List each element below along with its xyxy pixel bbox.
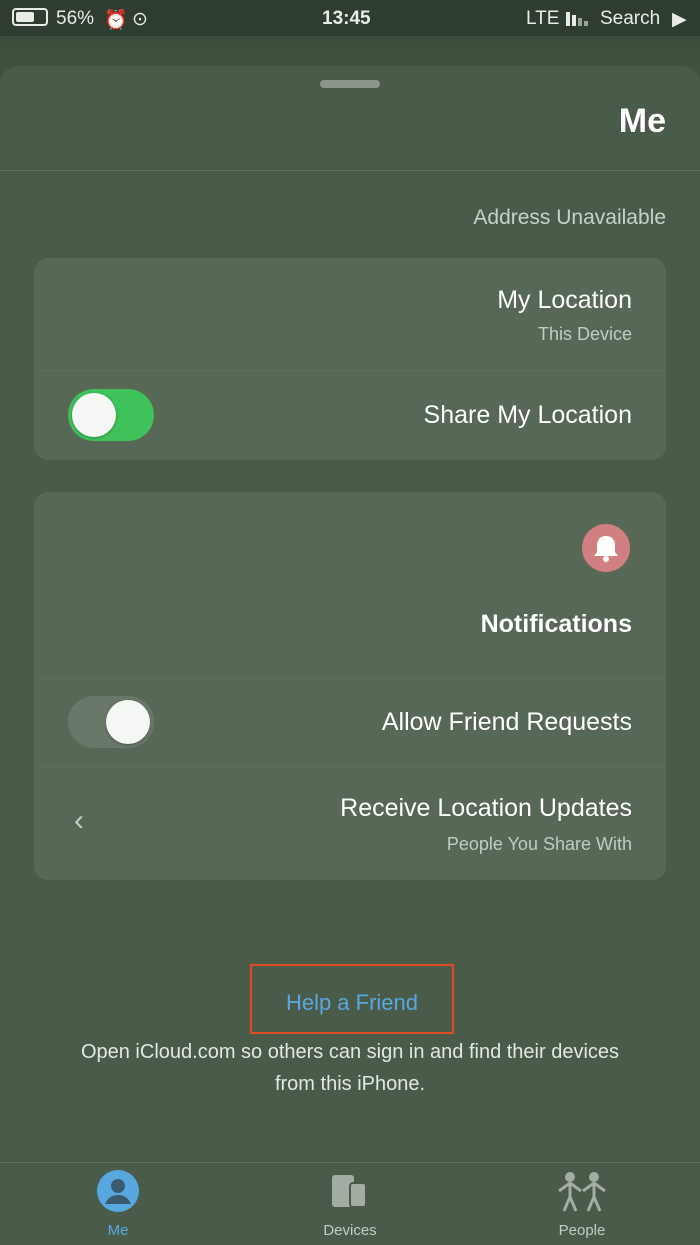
battery-icon <box>12 8 48 26</box>
notifications-card: Notifications Allow Friend Requests Rece… <box>34 492 666 880</box>
tab-bar: Me Devices People <box>0 1162 700 1245</box>
back-to-app-label[interactable]: Search <box>600 8 660 30</box>
page-title: Me <box>618 102 666 140</box>
notifications-title: Notifications <box>480 610 632 638</box>
header-divider <box>0 170 700 171</box>
network-type: LTE <box>526 8 560 29</box>
devices-icon <box>328 1169 372 1213</box>
tab-devices[interactable]: Devices <box>290 1169 410 1239</box>
battery-percent: 56% <box>56 8 95 29</box>
allow-friend-requests-label: Allow Friend Requests <box>381 708 632 736</box>
receive-updates-subtitle: People You Share With <box>446 834 632 854</box>
status-bar: 56% ⏰ ⊙ 13:45 LTE Search ▶ <box>0 0 700 36</box>
back-arrow-icon[interactable]: ▶ <box>672 8 687 31</box>
sheet-grabber[interactable] <box>320 80 380 88</box>
share-location-label: Share My Location <box>423 401 632 429</box>
status-time: 13:45 <box>322 8 371 29</box>
tab-people[interactable]: People <box>522 1169 642 1239</box>
signal-icon <box>566 10 594 26</box>
person-circle-icon <box>96 1169 140 1213</box>
card-divider <box>34 370 666 371</box>
allow-friend-requests-toggle[interactable] <box>68 696 154 748</box>
card-divider <box>34 766 666 767</box>
my-location-subtitle: This Device <box>537 324 632 344</box>
receive-updates-title[interactable]: Receive Location Updates <box>340 794 632 823</box>
card-divider <box>34 678 666 679</box>
my-location-title: My Location <box>497 286 632 314</box>
lock-rotation-icon: ⊙ <box>132 9 148 30</box>
tab-devices-label: Devices <box>323 1222 377 1239</box>
bell-icon <box>582 524 630 572</box>
tab-me-label: Me <box>107 1222 129 1239</box>
toggle-knob <box>72 393 116 437</box>
tab-me[interactable]: Me <box>58 1169 178 1239</box>
people-icon <box>555 1169 609 1213</box>
toggle-knob <box>106 700 150 744</box>
address-label: Address Unavailable <box>473 206 666 229</box>
location-card: My Location This Device Share My Locatio… <box>34 258 666 460</box>
help-a-friend-link[interactable]: Help a Friend <box>250 990 454 1016</box>
tab-people-label: People <box>558 1222 606 1239</box>
chevron-left-icon[interactable]: ‹ <box>74 804 84 838</box>
alarm-icon: ⏰ <box>104 10 128 31</box>
help-description: Open iCloud.com so others can sign in an… <box>80 1041 620 1095</box>
share-location-toggle[interactable] <box>68 389 154 441</box>
